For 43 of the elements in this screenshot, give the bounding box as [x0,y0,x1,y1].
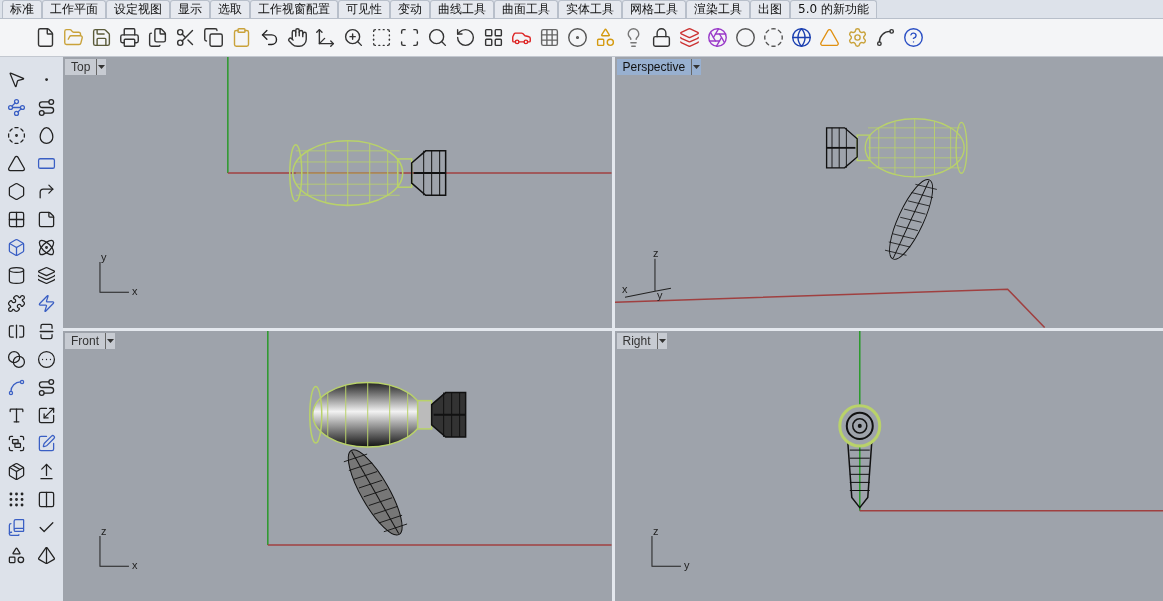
axis-icon [99,534,130,567]
axis-icon [650,534,681,567]
toolbar-tab[interactable]: 出图 [750,0,790,18]
axis-icon [99,261,130,293]
viewport-title-tab[interactable]: Top [65,59,97,75]
toolbar-tab[interactable]: 标准 [2,0,42,18]
toolbar-tab[interactable]: 变动 [390,0,430,18]
toolbar-tab[interactable]: 5.0 的新功能 [790,0,877,18]
viewport[interactable]: Right z y [614,330,1163,601]
axis-label: x [621,283,627,296]
viewport-menu-button[interactable] [656,332,667,349]
axis-label: y [100,250,107,263]
caret-icon [658,338,666,343]
caret-icon [693,65,701,69]
toolbar-tab[interactable]: 显示 [170,0,210,18]
viewport-title-tab[interactable]: Perspective [616,59,692,75]
toolbar-tab[interactable]: 曲面工具 [494,0,558,18]
toolbar-tab[interactable]: 可见性 [338,0,390,18]
axis-label: x [131,285,138,298]
toolbar-tab[interactable]: 设定视图 [106,0,170,18]
toolbar-tab[interactable]: 曲线工具 [430,0,494,18]
viewport-menu-button[interactable] [96,59,107,75]
viewport[interactable]: Perspective z x y [614,57,1163,328]
axis-label: z [652,246,658,259]
caret-icon [107,338,114,343]
toolbar-tab[interactable]: 选取 [210,0,250,18]
toolbar-tab[interactable]: 工作视窗配置 [250,0,338,18]
axis-label: x [131,558,138,571]
viewport-menu-button[interactable] [691,59,702,75]
axis-label: z [652,524,658,537]
toolbar-tab[interactable]: 渲染工具 [686,0,750,18]
viewport-title-tab[interactable]: Right [616,332,657,349]
axis-label: z [100,524,107,537]
toolbar-tab[interactable]: 实体工具 [558,0,622,18]
toolbar-tab[interactable]: 网格工具 [622,0,686,18]
caret-icon [98,65,106,69]
axis-label: y [683,558,689,571]
toolbar-tab[interactable]: 工作平面 [42,0,106,18]
axis-label: y [656,289,662,302]
viewport[interactable]: Top y x [63,57,612,328]
viewport-menu-button[interactable] [105,332,115,349]
viewport[interactable]: Front z x [63,330,612,601]
viewport-title-tab[interactable]: Front [65,332,105,349]
